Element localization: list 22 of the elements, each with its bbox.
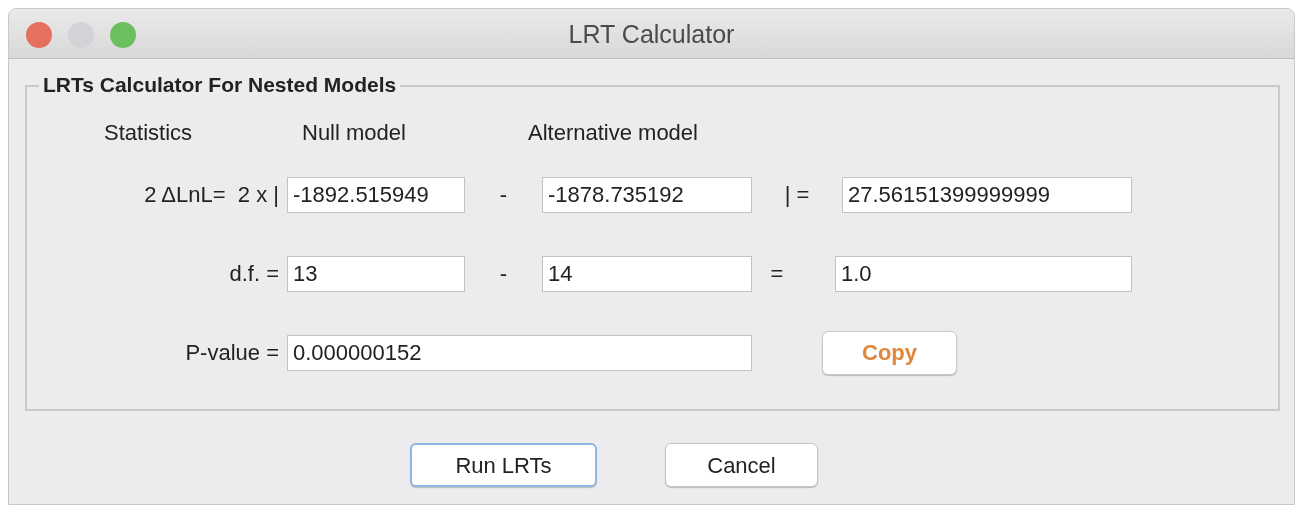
zoom-button[interactable] xyxy=(110,22,136,48)
operator-label: - xyxy=(499,260,508,288)
column-header: Statistics xyxy=(103,119,194,147)
text-field[interactable]: -1892.515949 xyxy=(287,176,465,213)
column-header: Alternative model xyxy=(527,119,699,147)
run-button[interactable]: Run LRTs xyxy=(410,443,597,487)
text-field[interactable]: -1878.735192 xyxy=(542,176,752,213)
close-button[interactable] xyxy=(26,22,52,48)
result-field[interactable]: 27.56151399999999 xyxy=(842,176,1132,213)
result-field[interactable]: 1.0 xyxy=(835,255,1132,292)
p-value-field[interactable]: 0.000000152 xyxy=(287,334,752,371)
row-label: P-value = xyxy=(185,339,279,367)
column-header: Null model xyxy=(301,119,407,147)
row-label: d.f. = xyxy=(229,260,279,288)
operator-label: | = xyxy=(784,181,810,209)
text-field[interactable]: 14 xyxy=(542,255,752,292)
cancel-button[interactable]: Cancel xyxy=(665,443,818,487)
window-title: LRT Calculator xyxy=(568,19,735,50)
operator-label: - xyxy=(499,181,508,209)
text-field[interactable]: 13 xyxy=(287,255,465,292)
operator-label: = xyxy=(770,260,784,288)
formula-label: 2 ΔLnL= 2 x | xyxy=(144,181,279,209)
